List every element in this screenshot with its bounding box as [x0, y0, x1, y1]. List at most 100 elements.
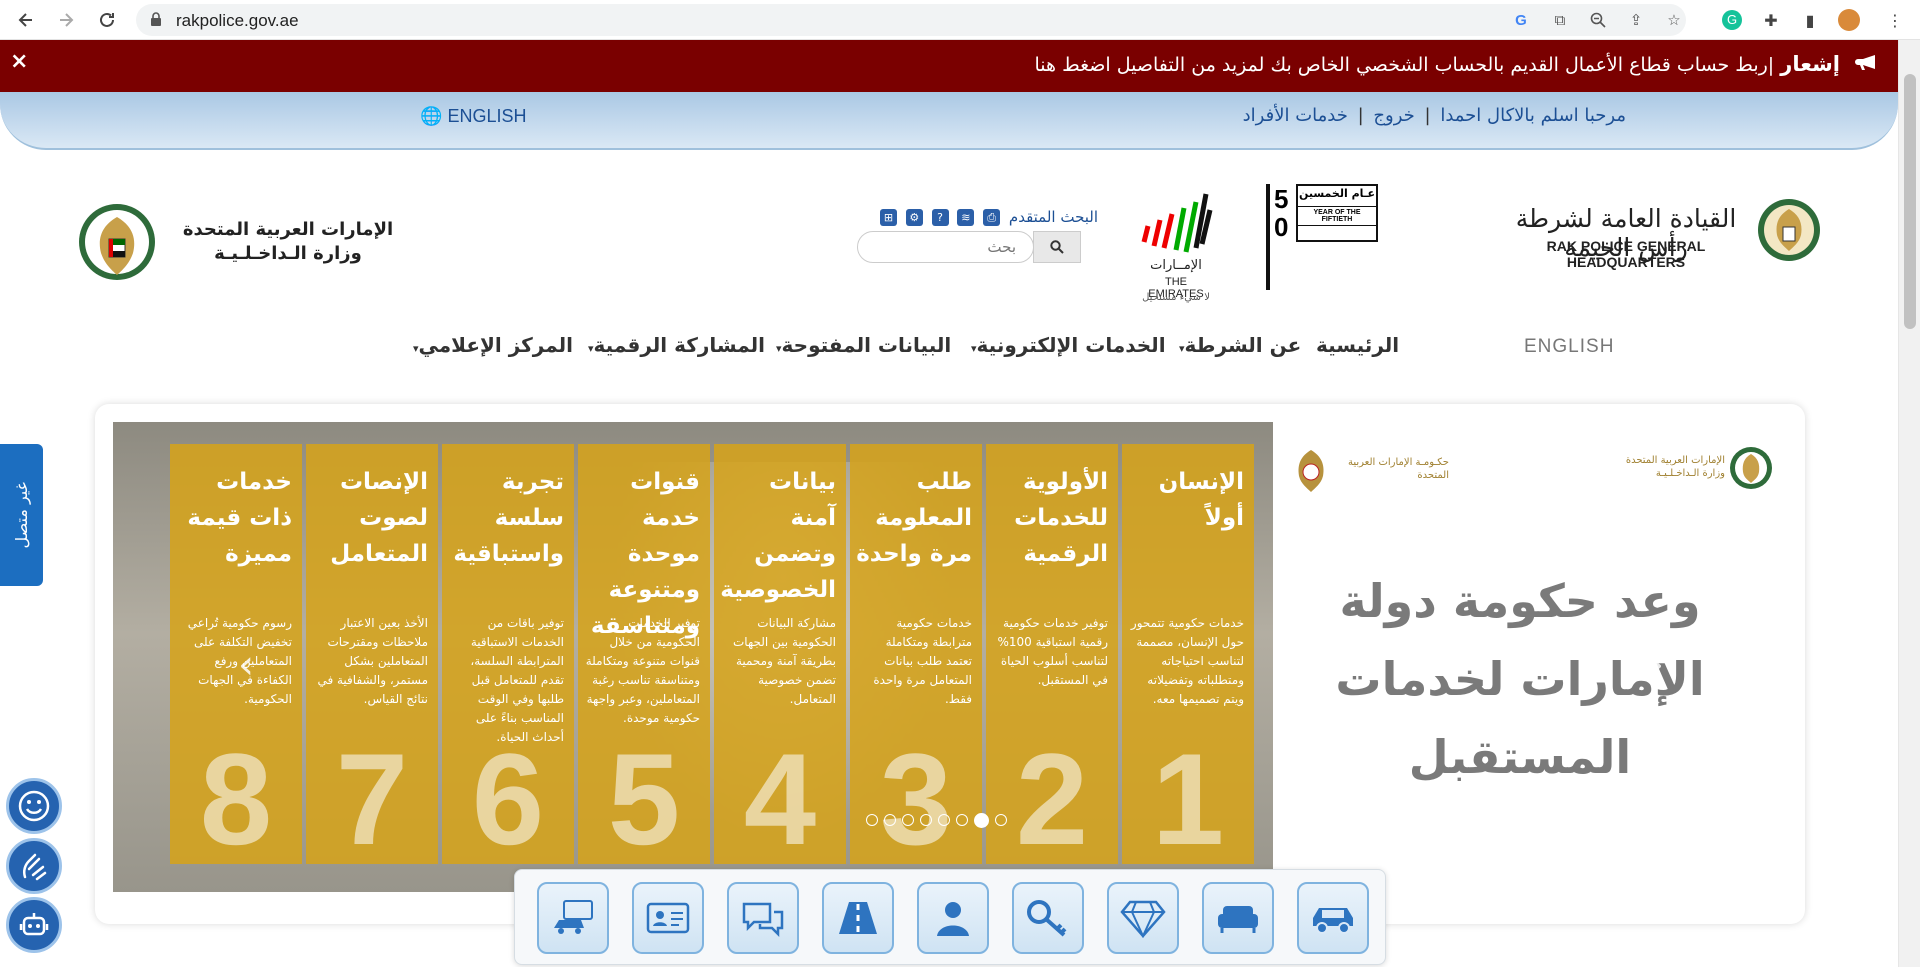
- scrollbar-thumb[interactable]: [1904, 74, 1916, 329]
- carousel-slide[interactable]: الإنسان أولاً خدمات حكومية تتمحور حول ال…: [113, 422, 1787, 892]
- moi-slide-text: الإمارات العربية المتحدة وزارة الـداخـلـ…: [1625, 455, 1725, 479]
- chat-status-label: غير متصل: [12, 481, 31, 549]
- nav-item-open-data[interactable]: البيانات المفتوحة▾: [773, 333, 951, 357]
- back-icon[interactable]: [14, 8, 38, 32]
- carousel-dot[interactable]: [920, 814, 932, 826]
- carousel-dot[interactable]: [938, 814, 950, 826]
- logout-link[interactable]: خروج: [1373, 105, 1414, 126]
- panel-title: الأولوية للخدمات الرقمية: [1014, 469, 1108, 567]
- road-icon: [839, 902, 877, 934]
- nav-label: الرئيسية: [1316, 333, 1400, 357]
- notice-text[interactable]: إشعار |ربط حساب قطاع الأعمال القديم بالح…: [1035, 52, 1877, 76]
- bookmark-star-icon[interactable]: ☆: [1664, 10, 1684, 30]
- fifty-en: YEAR OF THE FIFTIETH: [1298, 206, 1376, 226]
- sitemap-icon[interactable]: ⊞: [880, 209, 897, 226]
- kebab-menu-icon[interactable]: ⋮: [1884, 9, 1906, 31]
- notice-message[interactable]: |ربط حساب قطاع الأعمال القديم بالحساب ال…: [1035, 54, 1775, 76]
- nav-item-home[interactable]: الرئيسية: [1316, 333, 1399, 357]
- extensions-puzzle-icon[interactable]: ✚: [1760, 9, 1782, 31]
- panel-number: 4: [743, 726, 817, 872]
- reload-icon[interactable]: [95, 8, 119, 32]
- side-panel-icon[interactable]: ▮: [1799, 9, 1821, 31]
- forward-icon[interactable]: [54, 8, 78, 32]
- globe-icon: 🌐: [420, 106, 443, 126]
- happiness-meter-button[interactable]: [6, 778, 62, 834]
- rss-icon[interactable]: ≋: [957, 209, 975, 226]
- live-chat-status-tab[interactable]: غير متصل: [0, 444, 43, 586]
- robot-icon: [19, 913, 49, 936]
- carousel-dot[interactable]: [884, 814, 896, 826]
- moi-line1: الإمارات العربية المتحدة: [182, 219, 394, 240]
- sofa-icon: [1218, 906, 1258, 933]
- megaphone-icon: [1854, 53, 1876, 76]
- translate-icon[interactable]: ⧉: [1550, 10, 1570, 30]
- nav-item-eservices[interactable]: الخدمات الإلكترونية▾: [968, 333, 1166, 357]
- smiley-icon: [18, 790, 50, 822]
- nav-label: البيانات المفتوحة: [781, 333, 952, 357]
- panel-number: 6: [471, 726, 545, 872]
- service-car[interactable]: [1297, 882, 1369, 954]
- help-icon[interactable]: ?: [931, 209, 949, 226]
- address-bar[interactable]: rakpolice.gov.ae G ⧉ ⇪ ☆: [136, 4, 1686, 36]
- service-key[interactable]: [1012, 882, 1084, 954]
- carousel-dot[interactable]: [956, 814, 968, 826]
- id-card-icon: [646, 902, 690, 934]
- principle-panel-2: الأولوية للخدمات الرقمية توفير خدمات حكو…: [986, 444, 1118, 864]
- settings-icon[interactable]: ⚙: [905, 209, 923, 226]
- nav-item-media-center[interactable]: المركز الإعلامي▾: [410, 333, 573, 357]
- google-icon[interactable]: G: [1511, 10, 1531, 30]
- uae-eagle-icon: [1298, 450, 1324, 492]
- carousel-next-icon[interactable]: ›: [1648, 642, 1664, 688]
- carousel-dot[interactable]: [995, 814, 1007, 826]
- service-vehicle-license[interactable]: [537, 882, 609, 954]
- panel-body: رسوم حكومية تُراعي تخفيض التكلفة على الم…: [187, 616, 292, 706]
- carousel-dot[interactable]: [902, 814, 914, 826]
- emirates-ar-text: الإمــارات: [1150, 258, 1202, 273]
- panel-title: بيانات آمنة وتضمن الخصوصية: [720, 469, 836, 603]
- service-id-card[interactable]: [632, 882, 704, 954]
- moi-slide-logo: الإمارات العربية المتحدة وزارة الـداخـلـ…: [1613, 444, 1773, 496]
- profile-avatar[interactable]: [1838, 9, 1860, 31]
- nav-item-digital-participation[interactable]: المشاركة الرقمية▾: [585, 333, 765, 357]
- individual-services-link[interactable]: خدمات الأفراد: [1243, 105, 1348, 126]
- sign-language-button[interactable]: [6, 838, 62, 894]
- welcome-user[interactable]: مرحبا اسلم بالاكال احمدا: [1440, 105, 1626, 126]
- service-person[interactable]: [917, 882, 989, 954]
- principle-panel-8: خدمات ذات قيمة مميزة رسوم حكومية تُراعي …: [170, 444, 302, 864]
- search-button[interactable]: [1033, 231, 1081, 263]
- notice-close-button[interactable]: ×: [10, 50, 28, 74]
- moi-emblem-logo[interactable]: [76, 199, 158, 285]
- rak-police-emblem[interactable]: [1756, 197, 1822, 263]
- page-scrollbar[interactable]: [1898, 40, 1920, 967]
- zoom-icon[interactable]: [1588, 10, 1608, 30]
- chatbot-button[interactable]: [6, 897, 62, 953]
- advanced-search-link[interactable]: البحث المتقدم: [1009, 208, 1098, 226]
- service-chat[interactable]: [727, 882, 799, 954]
- panel-body: مشاركة البيانات الحكومية بين الجهات بطري…: [733, 616, 836, 706]
- nav-label: الخدمات الإلكترونية: [976, 333, 1166, 357]
- share-icon[interactable]: ⇪: [1626, 10, 1646, 30]
- rak-police-en: RAK POLICE GENERAL HEADQUARTERS: [1546, 238, 1706, 270]
- language-switch-top[interactable]: 🌐 ENGLISH: [420, 106, 526, 127]
- diamond-icon: [1120, 900, 1166, 938]
- carousel-dot[interactable]: [974, 813, 989, 828]
- fifty-digit-0: 0: [1274, 212, 1289, 242]
- principle-panel-7: الإنصات لصوت المتعامل الأخذ بعين الاعتبا…: [306, 444, 438, 864]
- carousel-dot[interactable]: [866, 814, 878, 826]
- moi-logo-text: الإمارات العربية المتحدة وزارة الـداخـلـ…: [178, 218, 398, 266]
- carousel-prev-icon[interactable]: ‹: [238, 642, 254, 688]
- moi-slide-emblem-icon: [1730, 447, 1772, 489]
- print-icon[interactable]: ⎙: [983, 209, 1001, 226]
- nav-item-about-police[interactable]: عن الشرطة▾: [1176, 333, 1301, 357]
- search-input[interactable]: [866, 233, 1016, 261]
- year-of-fiftieth-logo[interactable]: 5 0 عـام الخمسين YEAR OF THE FIFTIETH: [1266, 184, 1384, 292]
- emirates-slogan: لا شيء مستحيل: [1142, 292, 1210, 303]
- service-road[interactable]: [822, 882, 894, 954]
- service-diamond[interactable]: [1107, 882, 1179, 954]
- english-link[interactable]: ENGLISH: [447, 106, 526, 126]
- carousel-indicators: [866, 813, 1007, 830]
- service-sofa[interactable]: [1202, 882, 1274, 954]
- grammarly-icon[interactable]: G: [1721, 9, 1743, 31]
- nav-english-link[interactable]: ENGLISH: [1524, 336, 1614, 358]
- fifty-ar: عـام الخمسين: [1298, 187, 1376, 200]
